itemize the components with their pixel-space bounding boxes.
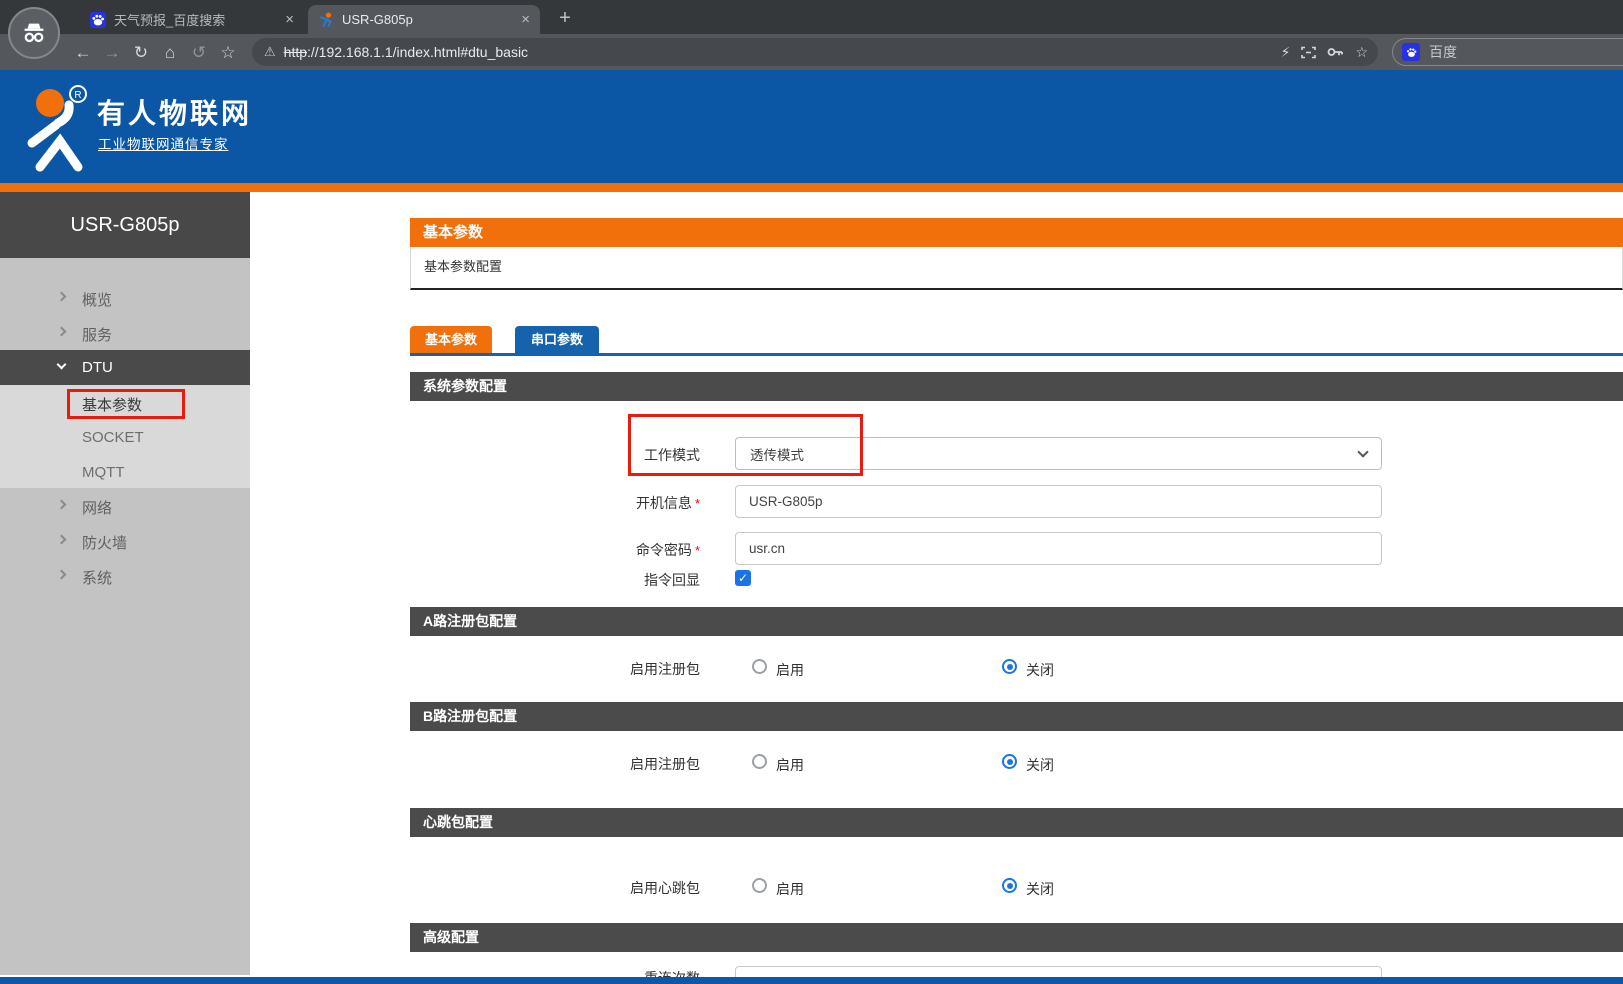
device-name: USR-G805p bbox=[0, 192, 250, 258]
tab-usr-active[interactable]: USR-G805p × bbox=[308, 5, 540, 34]
heartbeat-disable-radio[interactable] bbox=[1002, 878, 1017, 893]
baidu-search-label: 百度 bbox=[1429, 42, 1457, 62]
reg-b-disable-radio[interactable] bbox=[1002, 754, 1017, 769]
sidebar-item-network[interactable]: 网络 bbox=[0, 488, 250, 523]
sidebar: USR-G805p 概览 服务 DTU 基本参数 SOCKET MQTT bbox=[0, 192, 250, 975]
echo-checkbox[interactable]: ✓ bbox=[735, 570, 751, 586]
sidebar-item-system[interactable]: 系统 bbox=[0, 558, 250, 593]
reg-a-enable-label: 启用注册包 bbox=[520, 659, 700, 676]
main-content: 基本参数 基本参数配置 基本参数 串口参数 系统参数配置 工作模式 透传模式 开… bbox=[250, 192, 1623, 984]
tab-underline bbox=[410, 353, 1623, 356]
key-extension-icon[interactable] bbox=[1327, 46, 1344, 58]
heartbeat-enable-radio[interactable] bbox=[752, 878, 767, 893]
chevron-right-icon bbox=[57, 500, 67, 510]
heartbeat-enable-option[interactable]: 启用 bbox=[776, 879, 804, 896]
bottom-accent-bar bbox=[0, 977, 1623, 984]
chevron-right-icon bbox=[57, 570, 67, 580]
usr-logo-icon: R bbox=[20, 81, 100, 173]
sidebar-item-socket[interactable]: SOCKET bbox=[0, 420, 250, 455]
annotation-rect-workmode bbox=[628, 414, 863, 476]
section-advanced: 高级配置 bbox=[410, 923, 1623, 952]
command-echo-label: 指令回显 bbox=[520, 570, 700, 587]
reg-a-enable-option[interactable]: 启用 bbox=[776, 660, 804, 677]
heartbeat-disable-option[interactable]: 关闭 bbox=[1026, 879, 1054, 896]
browser-window: 天气预报_百度搜索 × USR-G805p × + ← → ↻ ⌂ ↺ ☆ ⚠ … bbox=[0, 0, 1623, 984]
address-bar-icons: ⚡ ☆ bbox=[1281, 38, 1368, 66]
chevron-right-icon bbox=[57, 292, 67, 302]
url-scheme-struck: http bbox=[284, 44, 307, 60]
undo-button[interactable]: ↺ bbox=[188, 42, 210, 64]
tab-strip: 天气预报_百度搜索 × USR-G805p × + bbox=[0, 0, 1623, 34]
baidu-logo-icon bbox=[1402, 43, 1420, 61]
bookmark-star-icon[interactable]: ☆ bbox=[1355, 44, 1368, 61]
favorites-star-button[interactable]: ☆ bbox=[217, 42, 239, 64]
command-password-label: 命令密码* bbox=[520, 540, 700, 557]
not-secure-warning-icon: ⚠ bbox=[264, 44, 276, 60]
sidebar-item-firewall[interactable]: 防火墙 bbox=[0, 523, 250, 558]
reg-a-disable-radio[interactable] bbox=[1002, 659, 1017, 674]
heartbeat-enable-label: 启用心跳包 bbox=[520, 878, 700, 895]
reg-b-enable-option[interactable]: 启用 bbox=[776, 755, 804, 772]
address-bar[interactable]: ⚠ http://192.168.1.1/index.html#dtu_basi… bbox=[252, 38, 1378, 66]
required-asterisk: * bbox=[695, 496, 700, 511]
page-subtitle-box: 基本参数配置 bbox=[410, 247, 1623, 290]
forward-button[interactable]: → bbox=[101, 42, 123, 64]
incognito-glyph bbox=[19, 18, 49, 48]
sidebar-item-overview[interactable]: 概览 bbox=[0, 280, 250, 315]
chevron-right-icon bbox=[57, 327, 67, 337]
reg-b-enable-radio[interactable] bbox=[752, 754, 767, 769]
required-asterisk: * bbox=[695, 543, 700, 558]
section-system-params: 系统参数配置 bbox=[410, 372, 1623, 401]
boot-message-label: 开机信息* bbox=[520, 493, 700, 510]
chevron-down-icon bbox=[1357, 446, 1368, 457]
chevron-down-icon bbox=[57, 360, 67, 370]
site-header: R 有人物联网 工业物联网通信专家 bbox=[0, 70, 1623, 183]
close-tab-icon[interactable]: × bbox=[521, 11, 530, 28]
annotation-rect-sidebar-basic bbox=[67, 389, 185, 419]
page-title-bar: 基本参数 bbox=[410, 218, 1623, 247]
sidebar-item-service[interactable]: 服务 bbox=[0, 315, 250, 350]
close-tab-icon[interactable]: × bbox=[285, 11, 294, 28]
tab-title: USR-G805p bbox=[342, 12, 513, 27]
flash-extension-icon[interactable]: ⚡ bbox=[1281, 44, 1291, 61]
reg-b-enable-label: 启用注册包 bbox=[520, 754, 700, 771]
screenshot-extension-icon[interactable] bbox=[1301, 46, 1316, 59]
reg-b-disable-option[interactable]: 关闭 bbox=[1026, 755, 1054, 772]
url-rest: ://192.168.1.1/index.html#dtu_basic bbox=[307, 44, 528, 60]
reload-button[interactable]: ↻ bbox=[130, 42, 152, 64]
tab-basic-params[interactable]: 基本参数 bbox=[410, 326, 492, 353]
tab-weather[interactable]: 天气预报_百度搜索 × bbox=[80, 5, 304, 34]
section-reg-a: A路注册包配置 bbox=[410, 607, 1623, 636]
svg-text:R: R bbox=[74, 90, 81, 101]
baidu-search-box[interactable]: 百度 bbox=[1392, 38, 1623, 66]
home-button[interactable]: ⌂ bbox=[159, 42, 181, 64]
incognito-icon bbox=[8, 7, 60, 59]
sidebar-item-dtu[interactable]: DTU bbox=[0, 350, 250, 385]
browser-toolbar: ← → ↻ ⌂ ↺ ☆ ⚠ http://192.168.1.1/index.h… bbox=[0, 34, 1623, 70]
accent-strip bbox=[0, 183, 1623, 192]
url-text: http://192.168.1.1/index.html#dtu_basic bbox=[284, 44, 528, 60]
reg-a-enable-radio[interactable] bbox=[752, 659, 767, 674]
boot-message-input[interactable] bbox=[735, 485, 1382, 518]
brand-title: 有人物联网 bbox=[97, 92, 252, 132]
command-password-input[interactable] bbox=[735, 532, 1382, 565]
section-heartbeat: 心跳包配置 bbox=[410, 808, 1623, 837]
tab-serial-params[interactable]: 串口参数 bbox=[515, 326, 599, 353]
sidebar-item-mqtt[interactable]: MQTT bbox=[0, 455, 250, 490]
reg-a-disable-option[interactable]: 关闭 bbox=[1026, 660, 1054, 677]
baidu-favicon-icon bbox=[90, 12, 106, 28]
tab-title: 天气预报_百度搜索 bbox=[114, 10, 277, 29]
page-area: USR-G805p 概览 服务 DTU 基本参数 SOCKET MQTT bbox=[0, 192, 1623, 984]
back-button[interactable]: ← bbox=[72, 42, 94, 64]
brand-tagline: 工业物联网通信专家 bbox=[98, 133, 229, 153]
new-tab-button[interactable]: + bbox=[552, 5, 578, 31]
usr-favicon-icon bbox=[318, 12, 334, 28]
section-reg-b: B路注册包配置 bbox=[410, 702, 1623, 731]
chevron-right-icon bbox=[57, 535, 67, 545]
